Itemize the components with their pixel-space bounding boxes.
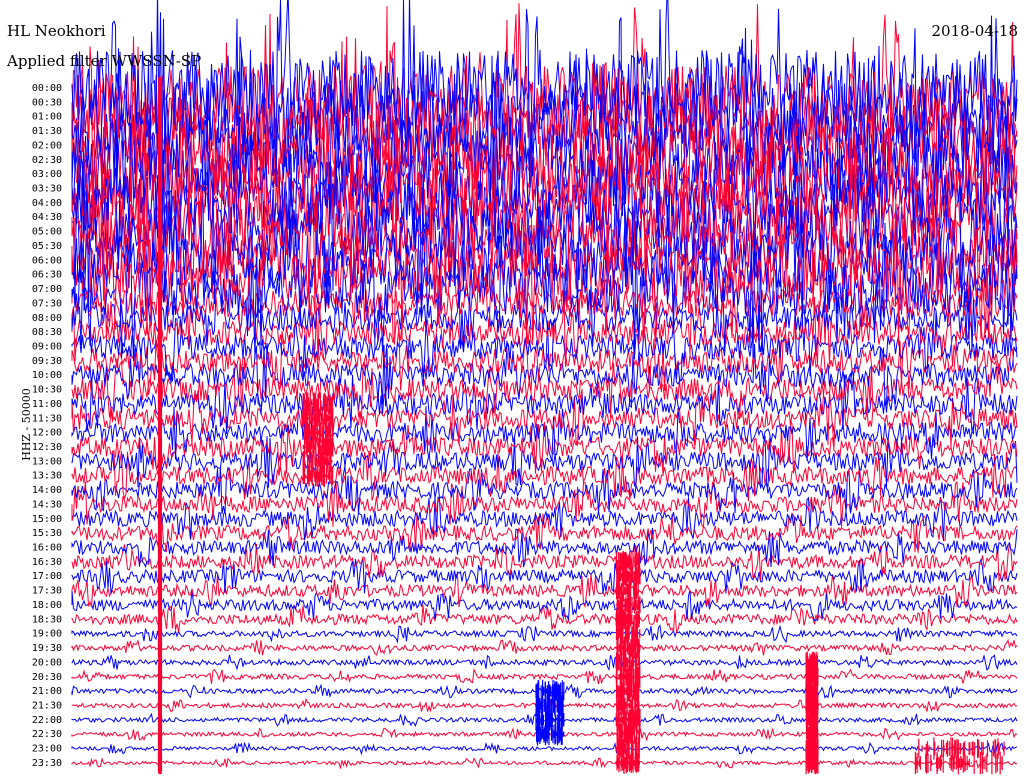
trace-row [71, 757, 1018, 770]
time-label: 11:30 [32, 413, 62, 424]
time-label: 18:00 [32, 600, 62, 611]
time-label: 09:00 [32, 341, 62, 352]
time-label: 00:30 [32, 97, 62, 108]
time-label: 02:00 [32, 140, 62, 151]
time-label: 05:30 [32, 241, 62, 252]
time-label: 07:00 [32, 284, 62, 295]
time-label: 08:00 [32, 313, 62, 324]
time-label: 19:00 [32, 629, 62, 640]
time-label: 17:30 [32, 586, 62, 597]
trace-row [71, 603, 1018, 634]
time-label: 14:00 [32, 485, 62, 496]
time-label: 13:30 [32, 471, 62, 482]
time-labels: 00:00 00:30 01:00 01:30 02:00 02:30 03:00 03:30… [32, 83, 62, 769]
event-burst [914, 751, 1003, 775]
time-label: 18:30 [32, 614, 62, 625]
time-label: 10:30 [32, 385, 62, 396]
time-label: 22:30 [32, 729, 62, 740]
date-label: 2018-04-18 [931, 22, 1018, 40]
time-label: 20:30 [32, 672, 62, 683]
time-label: 05:00 [32, 227, 62, 238]
time-label: 11:00 [32, 399, 62, 410]
time-label: 00:00 [32, 83, 62, 94]
time-label: 16:30 [32, 557, 62, 568]
time-label: 20:00 [32, 657, 62, 668]
time-label: 22:00 [32, 715, 62, 726]
trace-row [71, 712, 1018, 728]
time-label: 06:00 [32, 255, 62, 266]
time-label: 07:30 [32, 298, 62, 309]
event-burst [157, 751, 163, 775]
time-label: 12:30 [32, 442, 62, 453]
time-label: 19:30 [32, 643, 62, 654]
trace-row [71, 638, 1018, 656]
time-label: 08:30 [32, 327, 62, 338]
time-label: 15:30 [32, 528, 62, 539]
helicorder-plot: 00:00 00:30 01:00 01:30 02:00 02:30 03:00 03:30… [32, 0, 1018, 775]
event-burst [805, 751, 819, 775]
time-label: 03:30 [32, 184, 62, 195]
station-title: HL Neokhori [7, 22, 106, 40]
y-axis-label: HHZ - 50000 [19, 388, 33, 461]
time-label: 01:30 [32, 126, 62, 137]
time-label: 04:00 [32, 198, 62, 209]
time-label: 06:30 [32, 270, 62, 281]
filter-subtitle: Applied filter WWSSN-SP [7, 52, 202, 70]
time-label: 23:00 [32, 744, 62, 755]
time-label: 01:00 [32, 112, 62, 123]
trace-row [71, 557, 1018, 594]
trace-row [71, 542, 1018, 583]
time-label: 14:30 [32, 499, 62, 510]
time-label: 21:00 [32, 686, 62, 697]
trace-row [71, 741, 1018, 756]
time-label: 03:00 [32, 169, 62, 180]
time-label: 23:30 [32, 758, 62, 769]
time-label: 12:00 [32, 428, 62, 439]
time-label: 10:00 [32, 370, 62, 381]
seismic-traces [71, 0, 1018, 770]
time-label: 15:00 [32, 514, 62, 525]
time-label: 17:00 [32, 571, 62, 582]
trace-row [71, 654, 1018, 671]
time-label: 21:30 [32, 700, 62, 711]
trace-row [71, 449, 1018, 502]
trace-row [71, 668, 1018, 685]
time-label: 13:00 [32, 456, 62, 467]
time-label: 09:30 [32, 356, 62, 367]
time-label: 16:00 [32, 543, 62, 554]
time-label: 02:30 [32, 155, 62, 166]
trace-row [71, 624, 1018, 644]
time-label: 04:30 [32, 212, 62, 223]
